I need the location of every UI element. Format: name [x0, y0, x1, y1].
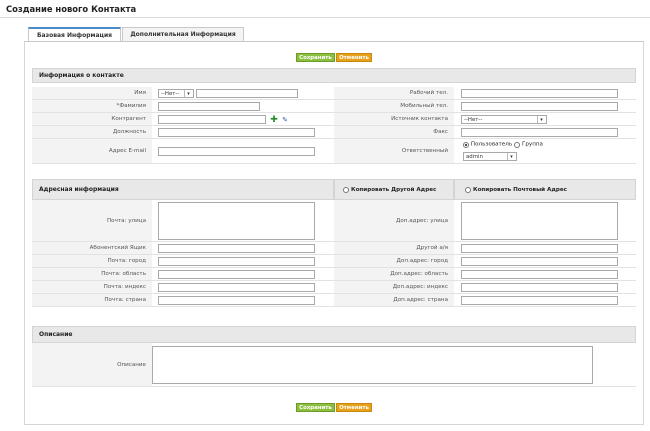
assignee-type-group: Пользователь Группа [463, 141, 543, 148]
job-title-label: Должность [32, 126, 152, 139]
group-radio[interactable] [514, 141, 521, 148]
copy-other-address-cell: Копировать Другой Адрес [334, 179, 454, 200]
mailing-state-input[interactable] [158, 270, 315, 279]
description-section-header: Описание [32, 326, 636, 343]
mailing-city-label: Почта: город [32, 255, 152, 268]
add-icon[interactable]: ✚ [270, 116, 278, 125]
first-name-input[interactable] [196, 89, 298, 98]
account-label: Контрагент [32, 113, 152, 126]
other-country-label: Доп.адрес: страна [334, 294, 454, 307]
save-button-bottom[interactable]: Сохранить [296, 403, 335, 412]
tab-bar: Базовая Информация Дополнительная Информ… [28, 27, 245, 42]
fax-label: Факс [334, 126, 454, 139]
other-zip-input[interactable] [461, 283, 618, 292]
copy-other-address-radio[interactable] [343, 186, 349, 193]
tab-additional-info[interactable]: Дополнительная Информация [122, 27, 244, 41]
last-name-label: *Фамилия [32, 100, 152, 113]
last-name-input[interactable] [158, 102, 260, 111]
lead-source-label: Источник контакта [334, 113, 454, 126]
mailing-country-input[interactable] [158, 296, 315, 305]
chevron-down-icon: ▾ [184, 90, 192, 97]
mailing-city-input[interactable] [158, 257, 315, 266]
user-radio[interactable] [463, 141, 469, 148]
other-street-label: Доп.адрес: улица [334, 200, 454, 242]
chevron-down-icon: ▾ [537, 116, 545, 123]
work-phone-label: Рабочий тел. [334, 87, 454, 100]
address-section-header: Адресная информация [32, 179, 334, 200]
other-pobox-label: Другой а/я [334, 242, 454, 255]
mailing-zip-input[interactable] [158, 283, 315, 292]
other-country-input[interactable] [461, 296, 618, 305]
chevron-down-icon: ▾ [507, 153, 515, 160]
first-name-label: Имя [32, 87, 152, 100]
job-title-input[interactable] [158, 128, 315, 137]
mailing-pobox-input[interactable] [158, 244, 315, 253]
fax-input[interactable] [461, 128, 618, 137]
other-zip-label: Доп.адрес: индекс [334, 281, 454, 294]
copy-mailing-address-radio[interactable] [465, 186, 471, 193]
tab-basic-info[interactable]: Базовая Информация [28, 27, 121, 42]
salutation-select[interactable]: --Нет-- ▾ [158, 89, 194, 98]
title-divider [0, 17, 650, 18]
group-radio-label: Группа [521, 141, 543, 148]
work-phone-input[interactable] [461, 89, 618, 98]
copy-mailing-address-cell: Копировать Почтовый Адрес [454, 179, 636, 200]
mailing-street-label: Почта: улица [32, 200, 152, 242]
other-state-label: Доп.адрес: область [334, 268, 454, 281]
mobile-phone-label: Мобильный тел. [334, 100, 454, 113]
email-input[interactable] [158, 147, 315, 156]
user-radio-label: Пользователь [470, 141, 513, 148]
copy-other-address-label: Копировать Другой Адрес [351, 186, 437, 193]
description-label: Описание [32, 343, 152, 387]
mailing-country-label: Почта: страна [32, 294, 152, 307]
mailing-street-textarea[interactable] [158, 202, 315, 240]
mobile-phone-input[interactable] [461, 102, 618, 111]
assigned-to-label: Ответственный [334, 139, 454, 164]
mailing-zip-label: Почта: индекс [32, 281, 152, 294]
save-button-top[interactable]: Сохранить [296, 53, 335, 62]
contact-section-header: Информация о контакте [32, 68, 636, 83]
assigned-user-select[interactable]: admin ▾ [463, 152, 517, 161]
other-city-input[interactable] [461, 257, 618, 266]
copy-mailing-address-label: Копировать Почтовый Адрес [473, 186, 567, 193]
cancel-button-top[interactable]: Отменить [336, 53, 372, 62]
other-city-label: Доп.адрес: город [334, 255, 454, 268]
clear-icon[interactable]: ✎ [281, 116, 289, 124]
other-pobox-input[interactable] [461, 244, 618, 253]
description-textarea[interactable] [152, 346, 593, 384]
page-title: Создание нового Контакта [6, 4, 137, 14]
cancel-button-bottom[interactable]: Отменить [336, 403, 372, 412]
mailing-pobox-label: Абонентский Ящик [32, 242, 152, 255]
other-state-input[interactable] [461, 270, 618, 279]
email-label: Адрес E-mail [32, 139, 152, 164]
mailing-state-label: Почта: область [32, 268, 152, 281]
account-input[interactable] [158, 115, 266, 124]
lead-source-select[interactable]: --Нет-- ▾ [461, 115, 547, 124]
other-street-textarea[interactable] [461, 202, 618, 240]
